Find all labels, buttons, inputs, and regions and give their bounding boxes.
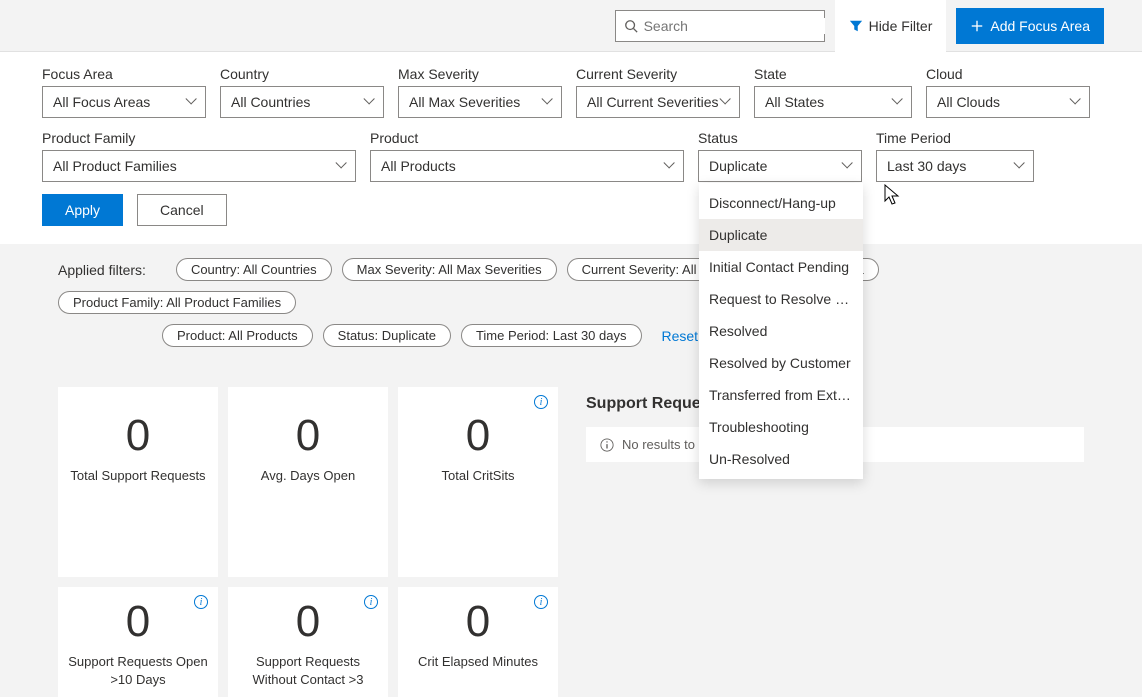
metric-label: Total Support Requests <box>62 467 213 485</box>
info-icon <box>600 438 614 452</box>
filter-label: Country <box>220 66 384 82</box>
applied-chip[interactable]: Product: All Products <box>162 324 313 347</box>
status-option[interactable]: Un-Resolved <box>699 443 863 475</box>
applied-chip[interactable]: Country: All Countries <box>176 258 332 281</box>
current-severity-dropdown[interactable]: All Current Severities <box>576 86 740 118</box>
info-icon[interactable]: i <box>364 595 378 609</box>
filter-label: Time Period <box>876 130 1034 146</box>
metric-value: 0 <box>296 411 320 461</box>
metric-cards-grid: 0 Total Support Requests 0 Avg. Days Open i 0… <box>58 387 558 697</box>
metric-card: i 0 Total CritSits <box>398 387 558 577</box>
apply-button[interactable]: Apply <box>42 194 123 226</box>
chevron-down-icon <box>541 97 551 107</box>
hide-filter-button[interactable]: Hide Filter <box>835 0 947 52</box>
filter-label: Product <box>370 130 684 146</box>
info-icon[interactable]: i <box>534 595 548 609</box>
chevron-down-icon <box>1013 161 1023 171</box>
filter-current-severity: Current Severity All Current Severities <box>576 66 740 118</box>
metric-value: 0 <box>466 411 490 461</box>
filter-label: Max Severity <box>398 66 562 82</box>
add-focus-label: Add Focus Area <box>990 18 1090 34</box>
filter-max-severity: Max Severity All Max Severities <box>398 66 562 118</box>
filter-focus-area: Focus Area All Focus Areas <box>42 66 206 118</box>
metric-label: Total CritSits <box>434 467 523 485</box>
state-dropdown[interactable]: All States <box>754 86 912 118</box>
metric-label: Crit Elapsed Minutes <box>410 653 546 671</box>
filter-status: Status Duplicate Disconnect/Hang-upDupli… <box>698 130 862 182</box>
status-option[interactable]: Duplicate <box>699 219 863 251</box>
applied-filters-bar: Applied filters: Country: All Countries … <box>0 244 1142 375</box>
country-dropdown[interactable]: All Countries <box>220 86 384 118</box>
filter-icon <box>849 19 863 33</box>
search-icon <box>624 19 638 33</box>
cancel-button[interactable]: Cancel <box>137 194 227 226</box>
chevron-down-icon <box>185 97 195 107</box>
chevron-down-icon <box>663 161 673 171</box>
status-option[interactable]: Request to Resolve By C... <box>699 283 863 315</box>
status-option[interactable]: Disconnect/Hang-up <box>699 187 863 219</box>
chevron-down-icon <box>1069 97 1079 107</box>
metric-value: 0 <box>126 411 150 461</box>
applied-filters-label: Applied filters: <box>58 262 146 278</box>
content-area: 0 Total Support Requests 0 Avg. Days Open i 0… <box>0 375 1142 697</box>
filter-product-family: Product Family All Product Families <box>42 130 356 182</box>
add-focus-area-button[interactable]: Add Focus Area <box>956 8 1104 44</box>
status-dropdown-menu[interactable]: Disconnect/Hang-upDuplicateInitial Conta… <box>699 183 863 479</box>
applied-chip[interactable]: Status: Duplicate <box>323 324 451 347</box>
filter-cloud: Cloud All Clouds <box>926 66 1090 118</box>
metric-value: 0 <box>126 597 150 647</box>
metric-value: 0 <box>466 597 490 647</box>
metric-label: Support Requests Open >10 Days <box>58 653 218 689</box>
metric-card: i 0 Support Requests Without Contact >3 <box>228 587 388 697</box>
status-option[interactable]: Transferred from External <box>699 379 863 411</box>
cloud-dropdown[interactable]: All Clouds <box>926 86 1090 118</box>
status-option[interactable]: Initial Contact Pending <box>699 251 863 283</box>
filter-country: Country All Countries <box>220 66 384 118</box>
filter-label: State <box>754 66 912 82</box>
metric-card: i 0 Crit Elapsed Minutes <box>398 587 558 697</box>
applied-chip[interactable]: Max Severity: All Max Severities <box>342 258 557 281</box>
metric-label: Avg. Days Open <box>253 467 363 485</box>
chevron-down-icon <box>891 97 901 107</box>
product-family-dropdown[interactable]: All Product Families <box>42 150 356 182</box>
hide-filter-label: Hide Filter <box>869 18 933 34</box>
chevron-down-icon <box>363 97 373 107</box>
chevron-down-icon <box>719 97 729 107</box>
status-option[interactable]: Troubleshooting <box>699 411 863 443</box>
status-dropdown[interactable]: Duplicate Disconnect/Hang-upDuplicateIni… <box>698 150 862 182</box>
plus-icon <box>970 19 984 33</box>
filter-panel: Focus Area All Focus Areas Country All C… <box>0 52 1142 244</box>
filter-state: State All States <box>754 66 912 118</box>
top-bar: Hide Filter Add Focus Area <box>0 0 1142 52</box>
filter-label: Product Family <box>42 130 356 146</box>
search-box[interactable] <box>615 10 825 42</box>
filter-label: Status <box>698 130 862 146</box>
metric-label: Support Requests Without Contact >3 <box>228 653 388 689</box>
metric-card: 0 Avg. Days Open <box>228 387 388 577</box>
time-period-dropdown[interactable]: Last 30 days <box>876 150 1034 182</box>
filter-time-period: Time Period Last 30 days <box>876 130 1034 182</box>
search-input[interactable] <box>644 18 825 34</box>
status-option[interactable]: Resolved <box>699 315 863 347</box>
filter-label: Focus Area <box>42 66 206 82</box>
filter-label: Current Severity <box>576 66 740 82</box>
filter-product: Product All Products <box>370 130 684 182</box>
applied-chip[interactable]: Product Family: All Product Families <box>58 291 296 314</box>
chevron-down-icon <box>841 161 851 171</box>
max-severity-dropdown[interactable]: All Max Severities <box>398 86 562 118</box>
info-icon[interactable]: i <box>534 395 548 409</box>
applied-chip[interactable]: Time Period: Last 30 days <box>461 324 642 347</box>
focus-area-dropdown[interactable]: All Focus Areas <box>42 86 206 118</box>
metric-card: 0 Total Support Requests <box>58 387 218 577</box>
product-dropdown[interactable]: All Products <box>370 150 684 182</box>
filter-label: Cloud <box>926 66 1090 82</box>
info-icon[interactable]: i <box>194 595 208 609</box>
metric-card: i 0 Support Requests Open >10 Days <box>58 587 218 697</box>
metric-value: 0 <box>296 597 320 647</box>
status-option[interactable]: Resolved by Customer <box>699 347 863 379</box>
chevron-down-icon <box>335 161 345 171</box>
